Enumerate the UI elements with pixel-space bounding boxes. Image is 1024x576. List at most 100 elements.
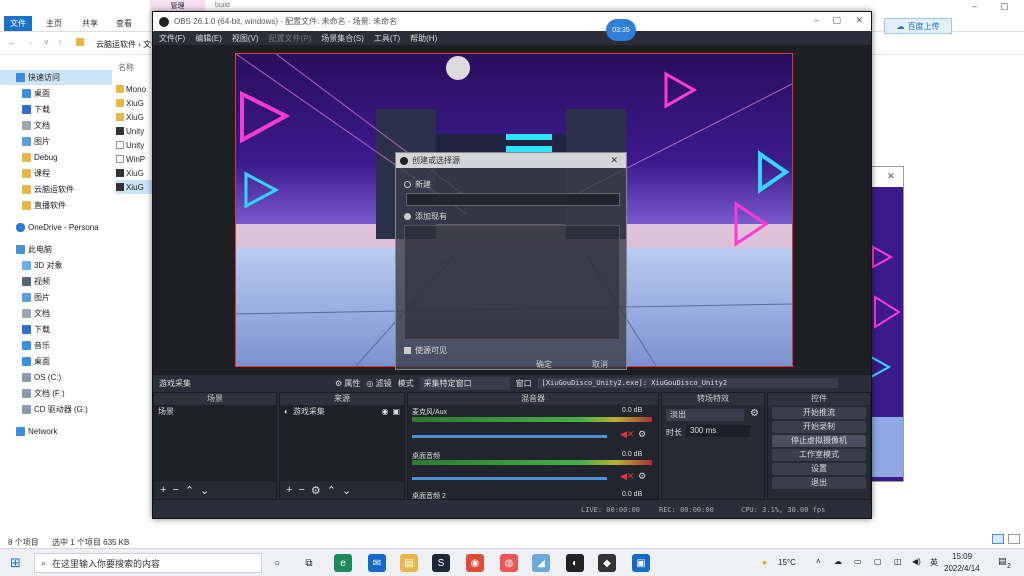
weather-icon[interactable]: ●	[762, 558, 767, 567]
window-select[interactable]: [XiuGouDisco_Unity2.exe]: XiuGouDisco_Un…	[537, 378, 838, 388]
nav-onedrive[interactable]: OneDrive - Persona	[0, 220, 112, 235]
file-explorer-icon[interactable]: ▤	[400, 554, 418, 572]
nav-quick-access[interactable]: 快速访问	[0, 70, 112, 85]
lock-icon[interactable]: ▣	[392, 407, 400, 416]
app-icon[interactable]: ◢	[532, 554, 550, 572]
new-source-name-input[interactable]	[406, 193, 620, 206]
ribbon-tab-home[interactable]: 主页	[40, 16, 68, 31]
ime-indicator[interactable]: 英	[930, 557, 938, 568]
clock-time[interactable]: 15:09	[952, 552, 972, 561]
existing-sources-list[interactable]	[404, 225, 620, 340]
app-icon[interactable]: ▣	[632, 554, 650, 572]
stop-virtual-camera-button[interactable]: 停止虚拟摄像机	[772, 435, 866, 447]
mail-icon[interactable]: ✉	[368, 554, 386, 572]
app-icon[interactable]: ◍	[500, 554, 518, 572]
scene-item[interactable]: 场景	[154, 405, 276, 418]
nav-item-3d[interactable]: 3D 对象	[0, 258, 112, 273]
up-arrow-icon[interactable]: ↑	[58, 38, 62, 47]
move-down-icon[interactable]: ⌄	[342, 484, 351, 497]
nav-item-pc-desktop[interactable]: 桌面	[0, 354, 112, 369]
nav-item-music[interactable]: 音乐	[0, 338, 112, 353]
cancel-button[interactable]: 取消	[592, 359, 608, 370]
move-down-icon[interactable]: ⌄	[200, 484, 209, 497]
exit-button[interactable]: 退出	[772, 477, 866, 489]
nav-item-downloads[interactable]: 下载	[0, 102, 112, 117]
background-game-window[interactable]: ✕	[868, 166, 904, 482]
menu-tools[interactable]: 工具(T)	[374, 33, 400, 44]
remove-scene-icon[interactable]: −	[172, 484, 178, 496]
properties-button[interactable]: ⚙ 属性	[335, 378, 360, 389]
volume-slider[interactable]	[412, 435, 607, 438]
taskbar-search[interactable]: ⌕ 在这里输入你要搜索的内容	[34, 553, 262, 573]
nav-this-pc[interactable]: 此电脑	[0, 242, 112, 257]
recent-chevron-icon[interactable]: ˅	[44, 38, 49, 47]
transition-select[interactable]: 淡出	[666, 409, 744, 421]
unity-taskbar-icon[interactable]: ◆	[598, 554, 616, 572]
display-icon[interactable]: ▢	[874, 557, 882, 566]
close-icon[interactable]: ✕	[887, 171, 895, 182]
menu-file[interactable]: 文件(F)	[159, 33, 185, 44]
large-icons-view-icon[interactable]	[1008, 534, 1020, 544]
speaker-muted-icon[interactable]: ◀✕	[620, 429, 634, 440]
windows-start-icon[interactable]: ⊞	[10, 555, 21, 571]
cloud-icon[interactable]: ☁	[834, 557, 842, 566]
details-view-icon[interactable]	[992, 534, 1004, 544]
filters-button[interactable]: ◎ 滤镜	[366, 378, 391, 389]
baidu-upload-button[interactable]: ☁ 百度上传	[884, 18, 952, 34]
chevron-up-icon[interactable]: ˄	[816, 557, 821, 566]
menu-help[interactable]: 帮助(H)	[410, 33, 437, 44]
nav-item-live-software[interactable]: 直播软件	[0, 198, 112, 213]
nav-item-drive-f[interactable]: 文档 (F:)	[0, 386, 112, 401]
menu-edit[interactable]: 编辑(E)	[195, 33, 222, 44]
list-item[interactable]: XiuG	[116, 96, 156, 110]
battery-icon[interactable]: ▭	[854, 557, 862, 566]
eye-icon[interactable]: ◉	[381, 407, 388, 416]
nav-item-pictures[interactable]: 图片	[0, 134, 112, 149]
nav-item-pc-pictures[interactable]: 图片	[0, 290, 112, 305]
existing-radio[interactable]: 添加现有	[404, 211, 447, 222]
edge-icon[interactable]: e	[334, 554, 352, 572]
volume-slider[interactable]	[412, 477, 607, 480]
gear-icon[interactable]: ⚙	[638, 429, 646, 440]
steam-icon[interactable]: S	[432, 554, 450, 572]
cortana-icon[interactable]: ○	[268, 554, 286, 572]
nav-item-cloud-software[interactable]: 云脑运软件	[0, 182, 112, 197]
add-source-icon[interactable]: +	[286, 484, 292, 496]
recording-timer[interactable]: 03:35	[606, 19, 636, 41]
menu-scene-collection[interactable]: 场景集合(S)	[321, 33, 364, 44]
notification-icon[interactable]: ▤	[998, 556, 1007, 567]
nav-item-pc-downloads[interactable]: 下载	[0, 322, 112, 337]
nav-network[interactable]: Network	[0, 424, 112, 439]
minimize-icon[interactable]: –	[814, 15, 819, 25]
studio-mode-button[interactable]: 工作室模式	[772, 449, 866, 461]
list-item[interactable]: Unity	[116, 124, 156, 138]
gear-icon[interactable]: ⚙	[750, 408, 759, 419]
explorer-minimize-icon[interactable]: –	[972, 1, 977, 11]
task-view-icon[interactable]: ⧉	[300, 554, 318, 572]
list-item[interactable]: Mono	[116, 82, 156, 96]
chrome-icon[interactable]: ◉	[466, 554, 484, 572]
nav-item-drive-g[interactable]: CD 驱动器 (G:)	[0, 402, 112, 417]
obs-taskbar-icon[interactable]: ◐	[566, 554, 584, 572]
list-item[interactable]: WinP	[116, 152, 156, 166]
back-arrow-icon[interactable]: ←	[8, 38, 16, 47]
ribbon-tab-share[interactable]: 共享	[76, 16, 104, 31]
nav-item-drive-c[interactable]: OS (C:)	[0, 370, 112, 385]
forward-arrow-icon[interactable]: →	[26, 38, 34, 47]
add-scene-icon[interactable]: +	[160, 484, 166, 496]
gear-icon[interactable]: ⚙	[638, 471, 646, 482]
menu-profile[interactable]: 配置文件(P)	[269, 33, 312, 44]
move-up-icon[interactable]: ⌃	[185, 484, 194, 497]
maximize-icon[interactable]: ▢	[832, 15, 841, 26]
nav-item-debug[interactable]: Debug	[0, 150, 112, 165]
nav-item-pc-documents[interactable]: 文档	[0, 306, 112, 321]
explorer-restore-icon[interactable]: ▢	[1000, 1, 1009, 12]
gear-icon[interactable]: ⚙	[311, 484, 321, 497]
clock-date[interactable]: 2022/4/14	[944, 564, 980, 573]
list-item[interactable]: XiuG	[116, 166, 156, 180]
weather-temp[interactable]: 15°C	[778, 558, 796, 567]
menu-view[interactable]: 视图(V)	[232, 33, 259, 44]
source-item[interactable]: ◐ 游戏采集 ◉ ▣	[280, 405, 404, 418]
start-recording-button[interactable]: 开始录制	[772, 421, 866, 433]
list-item[interactable]: Unity	[116, 138, 156, 152]
